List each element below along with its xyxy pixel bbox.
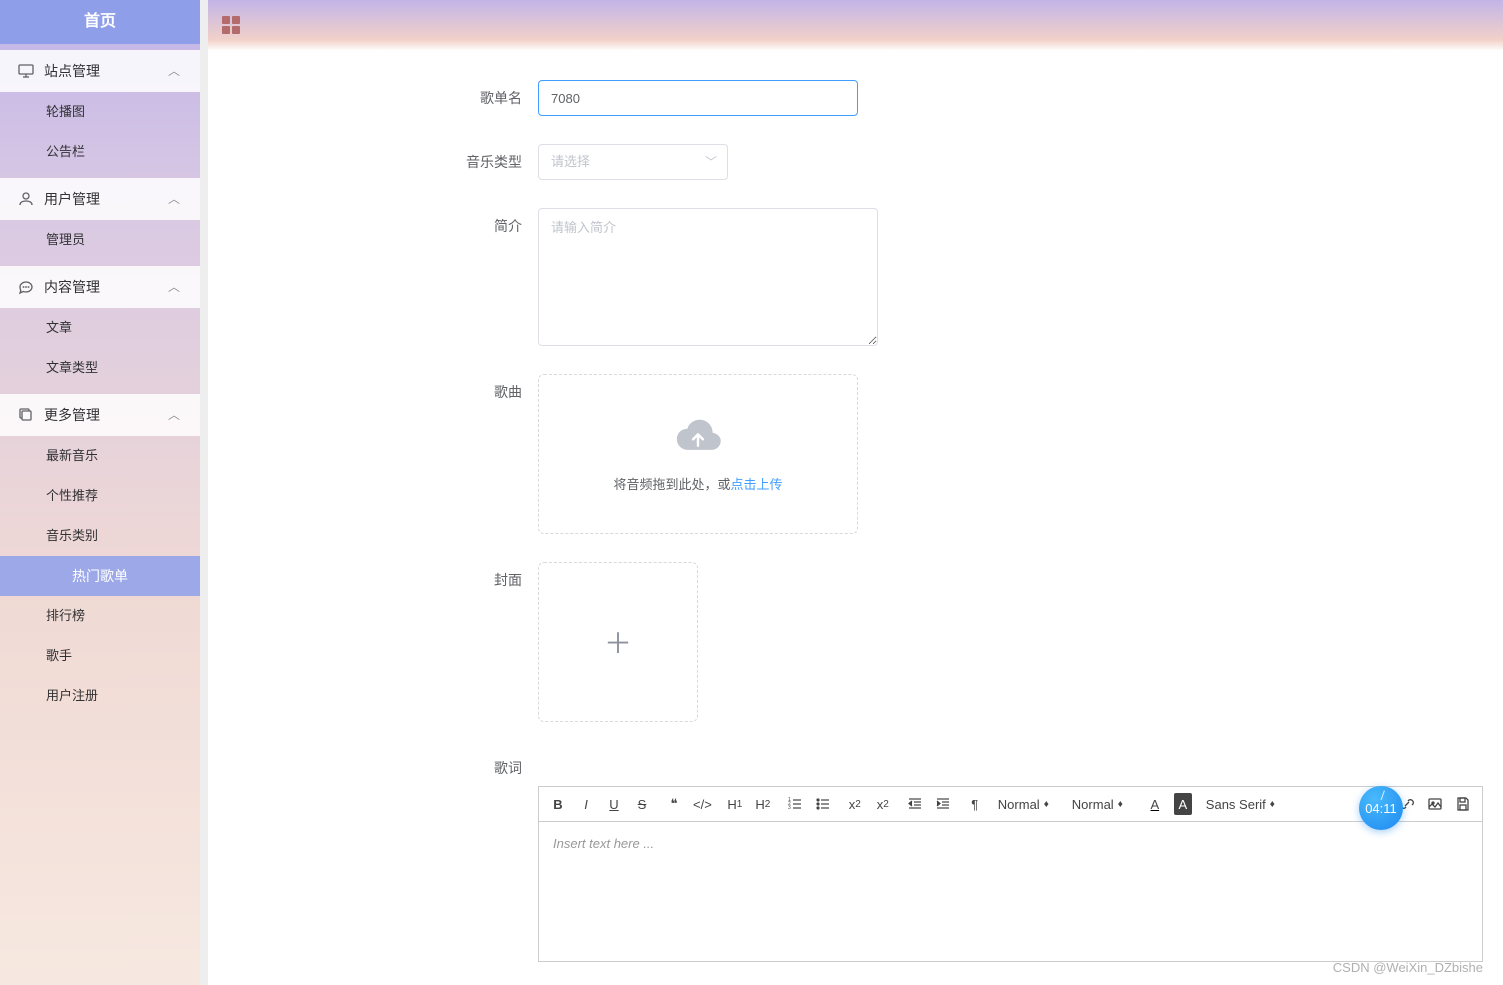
blockquote-button[interactable]: ❝	[665, 793, 683, 815]
chat-icon	[18, 279, 34, 295]
underline-button[interactable]: U	[605, 793, 623, 815]
font-picker[interactable]: Sans Serif♦	[1206, 797, 1286, 812]
save-button[interactable]	[1454, 793, 1472, 815]
size-picker[interactable]: Normal♦	[998, 797, 1058, 812]
svg-text:3: 3	[788, 805, 791, 811]
main-content: 歌单名 音乐类型 请选择 ﹀ 简介 歌曲 将音频拖到此处，或点击上传 封面 ＋ …	[208, 50, 1503, 985]
audio-upload-dragger[interactable]: 将音频拖到此处，或点击上传	[538, 374, 858, 534]
rich-editor: B I U S ❝ </> H1 H2 123 x2 x2	[538, 786, 1483, 962]
header-picker[interactable]: Normal♦	[1072, 797, 1132, 812]
plus-icon: ＋	[604, 622, 632, 662]
sidebar-group-label: 站点管理	[44, 50, 168, 92]
upload-click-link[interactable]: 点击上传	[731, 477, 783, 492]
sidebar-item-announce[interactable]: 公告栏	[0, 132, 200, 172]
background-color-button[interactable]: A	[1174, 793, 1192, 815]
user-icon	[18, 191, 34, 207]
strike-button[interactable]: S	[633, 793, 651, 815]
sidebar-item-user-register[interactable]: 用户注册	[0, 676, 200, 716]
sidebar-group-label: 更多管理	[44, 394, 168, 436]
music-type-label: 音乐类型	[258, 144, 538, 180]
sidebar-item-article[interactable]: 文章	[0, 308, 200, 348]
playlist-name-input[interactable]	[538, 80, 858, 116]
sidebar-group-more[interactable]: 更多管理 ︿	[0, 394, 200, 436]
sidebar-group-label: 内容管理	[44, 266, 168, 308]
sidebar-home[interactable]: 首页	[0, 0, 200, 44]
upload-text: 将音频拖到此处，或点击上传	[613, 474, 782, 493]
sidebar-item-carousel[interactable]: 轮播图	[0, 92, 200, 132]
copy-icon	[18, 407, 34, 423]
watermark: CSDN @WeiXin_DZbishe	[1333, 960, 1483, 975]
sidebar-group-label: 用户管理	[44, 178, 168, 220]
monitor-icon	[18, 63, 34, 79]
sidebar-divider	[200, 0, 208, 985]
sidebar-item-recommend[interactable]: 个性推荐	[0, 476, 200, 516]
superscript-button[interactable]: x2	[874, 793, 892, 815]
bullet-list-button[interactable]	[814, 793, 832, 815]
song-label: 歌曲	[258, 374, 538, 410]
intro-label: 简介	[258, 208, 538, 244]
italic-button[interactable]: I	[577, 793, 595, 815]
playlist-name-label: 歌单名	[258, 80, 538, 116]
editor-content[interactable]: Insert text here ...	[538, 822, 1483, 962]
grid-icon[interactable]	[222, 16, 240, 34]
direction-button[interactable]: ¶‎	[966, 793, 984, 815]
sidebar-item-singer[interactable]: 歌手	[0, 636, 200, 676]
image-button[interactable]	[1426, 793, 1444, 815]
h1-button[interactable]: H1	[726, 793, 744, 815]
sidebar-item-music-category[interactable]: 音乐类别	[0, 516, 200, 556]
cover-label: 封面	[258, 562, 538, 598]
bold-button[interactable]: B	[549, 793, 567, 815]
sidebar-group-user[interactable]: 用户管理 ︿	[0, 178, 200, 220]
chevron-up-icon: ︿	[168, 50, 180, 92]
sidebar: 首页 站点管理 ︿ 轮播图 公告栏 用户管理 ︿ 管理员 内容管理 ︿ 文章 文…	[0, 0, 200, 985]
codeblock-button[interactable]: </>	[693, 793, 712, 815]
indent-button[interactable]	[934, 793, 952, 815]
select-placeholder: 请选择	[551, 154, 590, 169]
cover-upload[interactable]: ＋	[538, 562, 698, 722]
topbar	[208, 0, 1503, 50]
chevron-up-icon: ︿	[168, 394, 180, 436]
outdent-button[interactable]	[906, 793, 924, 815]
intro-textarea[interactable]	[538, 208, 878, 346]
upload-cloud-icon	[672, 416, 724, 456]
sidebar-group-site[interactable]: 站点管理 ︿	[0, 50, 200, 92]
sidebar-item-hot-playlist[interactable]: 热门歌单	[0, 556, 200, 596]
chevron-up-icon: ︿	[168, 178, 180, 220]
sidebar-item-rank[interactable]: 排行榜	[0, 596, 200, 636]
subscript-button[interactable]: x2	[846, 793, 864, 815]
h2-button[interactable]: H2	[754, 793, 772, 815]
sidebar-group-content[interactable]: 内容管理 ︿	[0, 266, 200, 308]
sidebar-item-article-type[interactable]: 文章类型	[0, 348, 200, 388]
chevron-up-icon: ︿	[168, 266, 180, 308]
chevron-down-icon: ﹀	[705, 145, 717, 179]
clock-badge[interactable]: 04:11	[1359, 786, 1403, 830]
text-color-button[interactable]: A	[1146, 793, 1164, 815]
sidebar-item-admin[interactable]: 管理员	[0, 220, 200, 260]
editor-toolbar: B I U S ❝ </> H1 H2 123 x2 x2	[538, 786, 1483, 822]
music-type-select[interactable]: 请选择 ﹀	[538, 144, 728, 180]
ordered-list-button[interactable]: 123	[786, 793, 804, 815]
sidebar-item-latest-music[interactable]: 最新音乐	[0, 436, 200, 476]
lyric-label: 歌词	[258, 750, 538, 786]
